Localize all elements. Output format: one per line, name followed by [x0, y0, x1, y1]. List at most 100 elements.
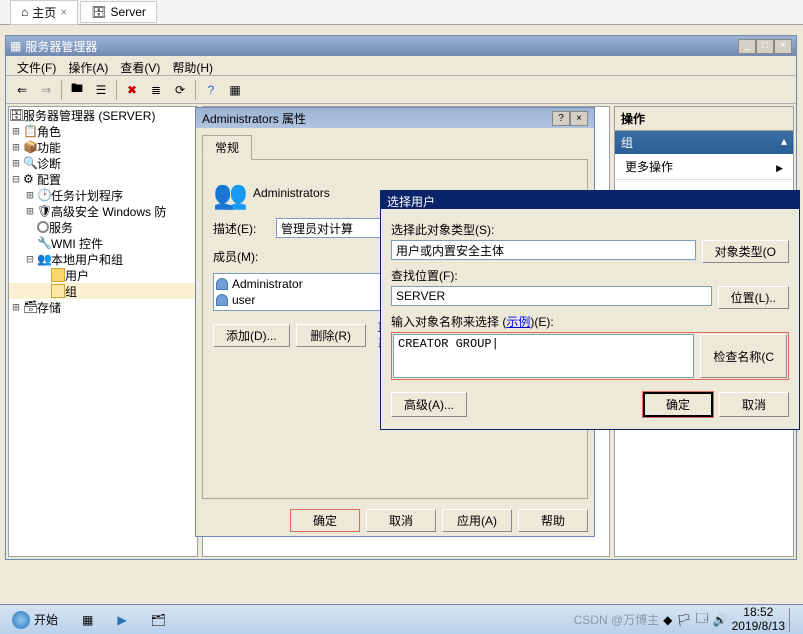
forward-button[interactable]: ⇒	[35, 79, 57, 101]
prop-titlebar: Administrators 属性 ?×	[196, 108, 594, 128]
help-button[interactable]: ?	[200, 79, 222, 101]
tree-roles[interactable]: ⊞📋角色	[9, 123, 197, 139]
properties-button[interactable]: ☰	[90, 79, 112, 101]
refresh-button[interactable]: ⟳	[169, 79, 191, 101]
clock[interactable]: 18:52 2019/8/13	[732, 606, 785, 632]
tray-icon[interactable]: 🗔	[696, 609, 709, 630]
gear-icon	[37, 221, 49, 233]
cancel-button[interactable]: 取消	[366, 509, 436, 532]
minimize-button[interactable]: _	[738, 39, 756, 54]
tree-root[interactable]: 🗄服务器管理器 (SERVER)	[9, 107, 197, 123]
tree-features[interactable]: ⊞📦功能	[9, 139, 197, 155]
menu-file[interactable]: 文件(F)	[11, 56, 62, 75]
tree-diag-label: 诊断	[37, 155, 61, 172]
list-button[interactable]: ≣	[145, 79, 167, 101]
tab-home-label: 主页	[32, 4, 56, 21]
example-link[interactable]: 示例	[506, 315, 530, 329]
app-tab-bar: ⌂ 主页 × 🗄 Server	[0, 0, 803, 25]
back-button[interactable]: ⇐	[11, 79, 33, 101]
up-button[interactable]: 🖿	[66, 79, 88, 101]
taskbar-app-icon[interactable]: ▦	[74, 611, 101, 629]
tree-users[interactable]: 用户	[9, 267, 197, 283]
object-type-input[interactable]	[391, 240, 696, 260]
group-name: Administrators	[253, 178, 330, 200]
help-button[interactable]: ?	[552, 111, 570, 126]
start-button[interactable]: 开始	[4, 609, 66, 631]
tab-server-label: Server	[111, 5, 146, 19]
tree-services[interactable]: 服务	[9, 219, 197, 235]
tree-firewall[interactable]: ⊞🛡高级安全 Windows 防	[9, 203, 197, 219]
check-names-button[interactable]: 检查名称(C	[700, 334, 787, 378]
tree-lusrgrp[interactable]: ⊟👥本地用户和组	[9, 251, 197, 267]
remove-button[interactable]: 删除(R)	[296, 324, 366, 347]
close-button[interactable]: ×	[570, 111, 588, 126]
user-icon	[216, 278, 228, 290]
tree-tasks-label: 任务计划程序	[51, 187, 123, 204]
tree-config[interactable]: ⊟⚙配置	[9, 171, 197, 187]
help-button[interactable]: 帮助	[518, 509, 588, 532]
object-types-button[interactable]: 对象类型(O	[702, 240, 789, 263]
tree-diag[interactable]: ⊞🔍诊断	[9, 155, 197, 171]
date: 2019/8/13	[732, 620, 785, 633]
add-button[interactable]: 添加(D)...	[213, 324, 290, 347]
location-input[interactable]	[391, 286, 712, 306]
maximize-button[interactable]: □	[756, 39, 774, 54]
menu-help[interactable]: 帮助(H)	[166, 56, 219, 75]
export-button[interactable]: ▦	[224, 79, 246, 101]
tray-icon[interactable]: 🔊	[713, 613, 728, 627]
tree-lusrgrp-label: 本地用户和组	[51, 251, 123, 268]
tree-firewall-label: 高级安全 Windows 防	[51, 203, 166, 220]
sel-titlebar: 选择用户	[381, 191, 799, 209]
nav-tree[interactable]: 🗄服务器管理器 (SERVER) ⊞📋角色 ⊞📦功能 ⊞🔍诊断 ⊟⚙配置 ⊞🕑任…	[8, 106, 198, 557]
object-names-label: 输入对象名称来选择 (示例)(E):	[391, 313, 789, 330]
sm-menubar: 文件(F) 操作(A) 查看(V) 帮助(H)	[6, 56, 796, 76]
actions-group[interactable]: 组▴	[615, 131, 793, 154]
sm-toolbar: ⇐ ⇒ 🖿 ☰ ✖ ≣ ⟳ ? ▦	[6, 76, 796, 104]
collapse-icon[interactable]: ▴	[781, 134, 787, 151]
locations-button[interactable]: 位置(L)..	[718, 286, 789, 309]
menu-view[interactable]: 查看(V)	[114, 56, 166, 75]
diag-icon: 🔍	[23, 156, 37, 170]
tree-tasks[interactable]: ⊞🕑任务计划程序	[9, 187, 197, 203]
show-desktop-button[interactable]	[789, 608, 799, 632]
tree-groups[interactable]: 组	[9, 283, 197, 299]
actions-header: 操作	[615, 107, 793, 131]
delete-button[interactable]: ✖	[121, 79, 143, 101]
actions-more[interactable]: 更多操作	[615, 154, 793, 180]
tray-icon[interactable]: ◆	[663, 613, 672, 627]
tree-features-label: 功能	[37, 139, 61, 156]
folder-open-icon	[51, 284, 65, 298]
tree-groups-label: 组	[65, 283, 77, 300]
taskbar-app-icon[interactable]: ▶	[109, 611, 134, 629]
server-manager-icon: ▦	[10, 39, 21, 53]
advanced-button[interactable]: 高级(A)...	[391, 392, 467, 417]
menu-action[interactable]: 操作(A)	[62, 56, 114, 75]
members-label: 成员(M):	[213, 246, 268, 265]
features-icon: 📦	[23, 140, 37, 154]
tab-home[interactable]: ⌂ 主页 ×	[10, 0, 78, 25]
close-button[interactable]: ×	[774, 39, 792, 54]
ok-button[interactable]: 确定	[290, 509, 360, 532]
member-name: Administrator	[232, 277, 303, 291]
tree-wmi[interactable]: 🔧WMI 控件	[9, 235, 197, 251]
ok-button[interactable]: 确定	[643, 392, 713, 417]
tree-roles-label: 角色	[37, 123, 61, 140]
taskbar-app-icon[interactable]: 🗂	[143, 611, 174, 629]
sm-titlebar: ▦ 服务器管理器 _ □ ×	[6, 36, 796, 56]
tab-server[interactable]: 🗄 Server	[80, 1, 157, 23]
home-icon: ⌂	[21, 5, 28, 19]
apply-button[interactable]: 应用(A)	[442, 509, 512, 532]
clock-icon: 🕑	[37, 188, 51, 202]
object-names-input[interactable]	[393, 334, 694, 378]
tab-general[interactable]: 常规	[202, 135, 252, 160]
server-icon: 🗄	[9, 108, 23, 122]
tray-icon[interactable]: 🏳	[676, 613, 691, 627]
wmi-icon: 🔧	[37, 236, 51, 250]
windows-icon	[12, 611, 30, 629]
toolbar-divider	[195, 80, 196, 100]
close-icon[interactable]: ×	[60, 5, 67, 19]
tree-storage[interactable]: ⊞🗃存储	[9, 299, 197, 315]
object-names-label-1: 输入对象名称来选择 (	[391, 315, 506, 329]
cancel-button[interactable]: 取消	[719, 392, 789, 417]
tree-wmi-label: WMI 控件	[51, 235, 103, 252]
